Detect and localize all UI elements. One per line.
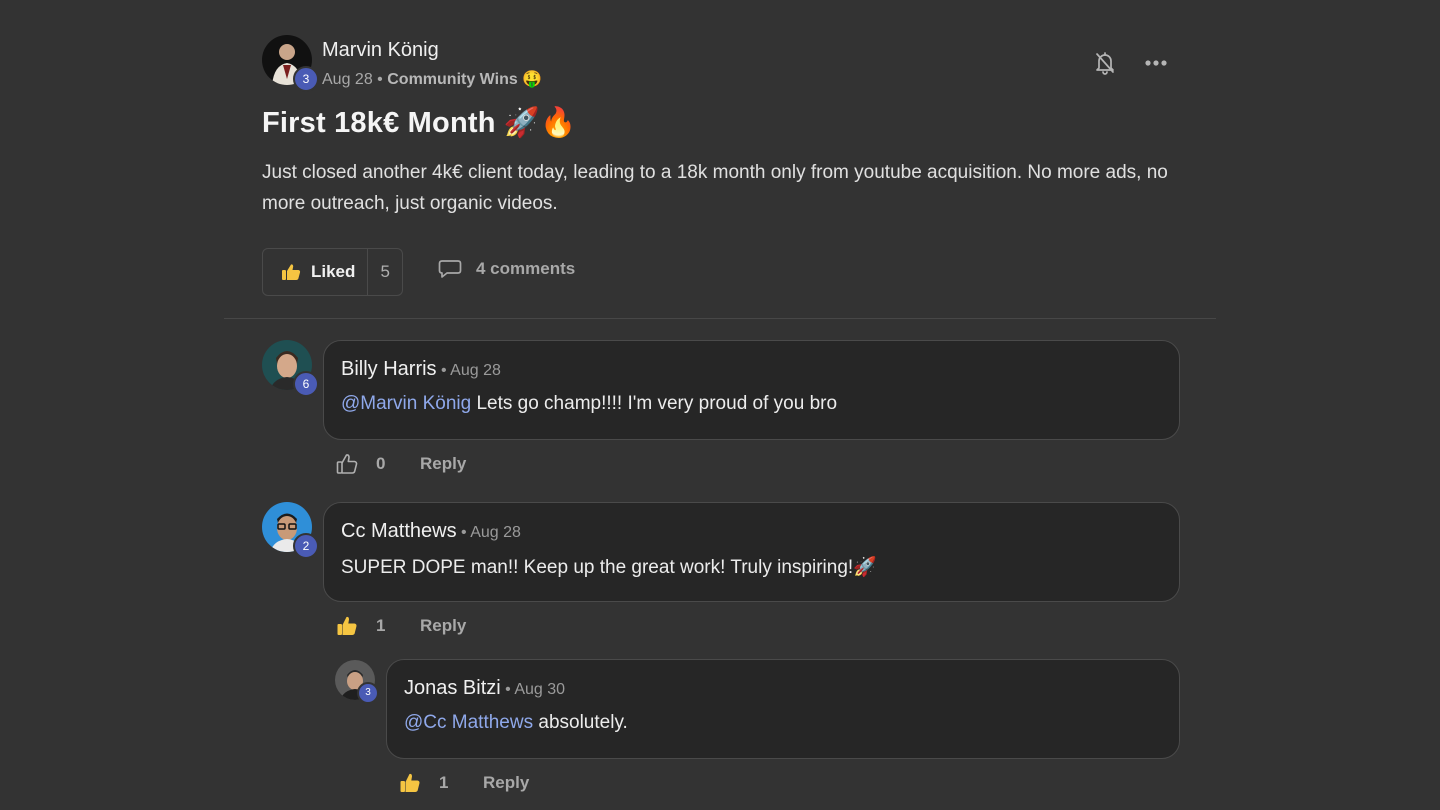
comment-avatar[interactable]: 3: [335, 660, 379, 704]
mention-link[interactable]: @Cc Matthews: [404, 712, 533, 733]
comment-author-name[interactable]: Billy Harris: [341, 358, 437, 380]
comment-author-name[interactable]: Jonas Bitzi: [404, 677, 501, 699]
level-badge: 3: [357, 682, 379, 704]
comment-actions: 1 Reply: [336, 615, 466, 637]
post-category[interactable]: Community Wins: [387, 71, 518, 88]
comment-card: Billy Harris • Aug 28 @Marvin König Lets…: [323, 340, 1180, 440]
comment-card: Cc Matthews • Aug 28 SUPER DOPE man!! Ke…: [323, 502, 1180, 602]
meta-separator: •: [377, 71, 383, 88]
post-title: First 18k€ Month 🚀🔥: [262, 107, 577, 139]
thumbs-up-icon[interactable]: [336, 615, 358, 637]
comment-text: @Marvin König Lets go champ!!!! I'm very…: [341, 393, 837, 415]
level-badge: 6: [293, 371, 319, 397]
comment-date: • Aug 28: [461, 524, 521, 541]
level-badge: 3: [293, 66, 319, 92]
comment-body: Lets go champ!!!! I'm very proud of you …: [471, 393, 838, 414]
comment-bubble-icon: [438, 260, 462, 278]
like-button[interactable]: Liked: [263, 249, 369, 295]
category-emoji: 🤑: [522, 71, 543, 88]
comment-card: Jonas Bitzi • Aug 30 @Cc Matthews absolu…: [386, 659, 1180, 759]
bell-off-icon[interactable]: [1092, 50, 1118, 76]
comment-like-count: 1: [439, 773, 449, 792]
like-count[interactable]: 5: [368, 262, 402, 282]
comment-text: SUPER DOPE man!! Keep up the great work!…: [341, 555, 877, 579]
comment-author-name[interactable]: Cc Matthews: [341, 520, 457, 542]
comment-text: @Cc Matthews absolutely.: [404, 712, 628, 734]
comments-link[interactable]: 4 comments: [438, 259, 575, 279]
like-label: Liked: [311, 262, 356, 281]
post-author-name[interactable]: Marvin König: [322, 39, 439, 62]
level-badge: 2: [293, 533, 319, 559]
comments-count-label: 4 comments: [476, 259, 576, 278]
comment-date: • Aug 30: [505, 681, 566, 698]
reply-button[interactable]: Reply: [420, 454, 466, 474]
comment-avatar[interactable]: 2: [262, 502, 319, 559]
reply-button[interactable]: Reply: [420, 616, 466, 636]
mention-link[interactable]: @Marvin König: [341, 393, 471, 414]
comment-actions: 1 Reply: [399, 772, 529, 794]
comment-body: absolutely.: [533, 712, 628, 733]
comment-like-count: 1: [376, 616, 386, 635]
thumbs-up-icon[interactable]: [399, 772, 421, 794]
thumbs-up-icon: [282, 264, 301, 280]
comment-actions: 0 Reply: [336, 453, 466, 475]
section-divider: [224, 318, 1216, 319]
more-horizontal-icon[interactable]: [1142, 52, 1170, 74]
comment-date: • Aug 28: [441, 362, 501, 379]
reply-button[interactable]: Reply: [483, 773, 529, 793]
comment-body: SUPER DOPE man!! Keep up the great work!…: [341, 557, 877, 578]
post-author-avatar[interactable]: 3: [262, 35, 319, 92]
comment-like-count: 0: [376, 454, 386, 473]
comment-avatar[interactable]: 6: [262, 340, 319, 397]
post-meta: Aug 28 • Community Wins 🤑: [322, 69, 542, 89]
post-like-group: Liked 5: [262, 248, 403, 296]
post-date[interactable]: Aug 28: [322, 71, 373, 88]
post-body: Just closed another 4k€ client today, le…: [262, 162, 1168, 214]
thumbs-up-icon[interactable]: [336, 453, 358, 475]
